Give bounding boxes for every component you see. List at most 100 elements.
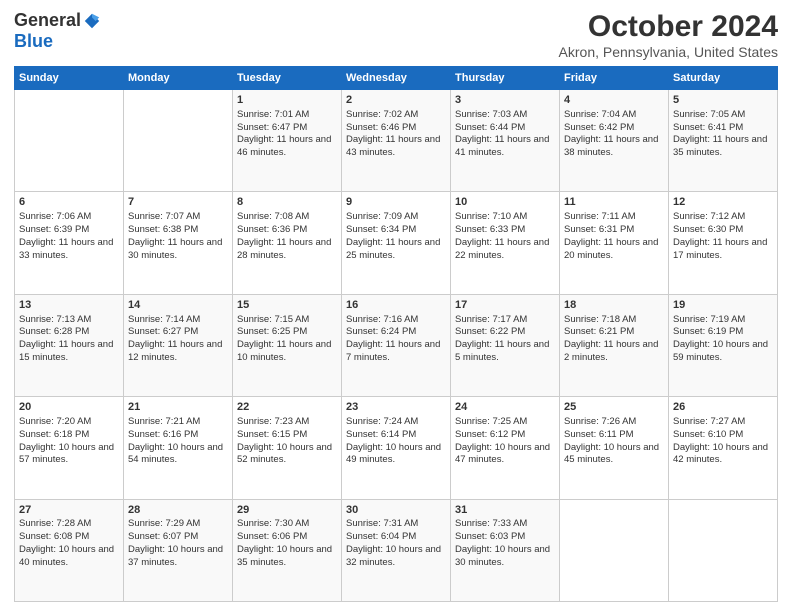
week-row-3: 20Sunrise: 7:20 AMSunset: 6:18 PMDayligh… <box>15 397 778 499</box>
calendar-header: SundayMondayTuesdayWednesdayThursdayFrid… <box>15 67 778 90</box>
daylight-text: Daylight: 11 hours and 12 minutes. <box>128 339 228 365</box>
day-number: 19 <box>673 298 773 313</box>
daylight-text: Daylight: 11 hours and 7 minutes. <box>346 339 446 365</box>
daylight-text: Daylight: 10 hours and 42 minutes. <box>673 442 773 468</box>
calendar-cell: 10Sunrise: 7:10 AMSunset: 6:33 PMDayligh… <box>451 192 560 294</box>
daylight-text: Daylight: 11 hours and 41 minutes. <box>455 134 555 160</box>
calendar-cell: 6Sunrise: 7:06 AMSunset: 6:39 PMDaylight… <box>15 192 124 294</box>
sunset-text: Sunset: 6:03 PM <box>455 531 555 544</box>
sunrise-text: Sunrise: 7:25 AM <box>455 416 555 429</box>
day-header-friday: Friday <box>560 67 669 90</box>
calendar-cell: 3Sunrise: 7:03 AMSunset: 6:44 PMDaylight… <box>451 90 560 192</box>
sunrise-text: Sunrise: 7:23 AM <box>237 416 337 429</box>
day-number: 8 <box>237 195 337 210</box>
day-number: 20 <box>19 400 119 415</box>
sunrise-text: Sunrise: 7:01 AM <box>237 109 337 122</box>
sunset-text: Sunset: 6:14 PM <box>346 429 446 442</box>
day-number: 26 <box>673 400 773 415</box>
day-number: 4 <box>564 93 664 108</box>
daylight-text: Daylight: 10 hours and 45 minutes. <box>564 442 664 468</box>
day-number: 22 <box>237 400 337 415</box>
sunset-text: Sunset: 6:41 PM <box>673 122 773 135</box>
day-number: 10 <box>455 195 555 210</box>
sunrise-text: Sunrise: 7:16 AM <box>346 314 446 327</box>
calendar-cell: 19Sunrise: 7:19 AMSunset: 6:19 PMDayligh… <box>669 294 778 396</box>
sunset-text: Sunset: 6:42 PM <box>564 122 664 135</box>
sunrise-text: Sunrise: 7:31 AM <box>346 518 446 531</box>
day-number: 11 <box>564 195 664 210</box>
calendar-body: 1Sunrise: 7:01 AMSunset: 6:47 PMDaylight… <box>15 90 778 602</box>
day-number: 21 <box>128 400 228 415</box>
sunset-text: Sunset: 6:44 PM <box>455 122 555 135</box>
calendar-cell: 13Sunrise: 7:13 AMSunset: 6:28 PMDayligh… <box>15 294 124 396</box>
sunset-text: Sunset: 6:36 PM <box>237 224 337 237</box>
logo-area: General Blue <box>14 10 101 52</box>
calendar-cell: 2Sunrise: 7:02 AMSunset: 6:46 PMDaylight… <box>342 90 451 192</box>
calendar-cell: 5Sunrise: 7:05 AMSunset: 6:41 PMDaylight… <box>669 90 778 192</box>
sunrise-text: Sunrise: 7:20 AM <box>19 416 119 429</box>
sunrise-text: Sunrise: 7:15 AM <box>237 314 337 327</box>
sunset-text: Sunset: 6:31 PM <box>564 224 664 237</box>
sunrise-text: Sunrise: 7:26 AM <box>564 416 664 429</box>
daylight-text: Daylight: 10 hours and 30 minutes. <box>455 544 555 570</box>
sunset-text: Sunset: 6:46 PM <box>346 122 446 135</box>
logo-text: General <box>14 10 101 31</box>
sunset-text: Sunset: 6:33 PM <box>455 224 555 237</box>
logo-icon <box>83 12 101 30</box>
day-number: 27 <box>19 503 119 518</box>
week-row-0: 1Sunrise: 7:01 AMSunset: 6:47 PMDaylight… <box>15 90 778 192</box>
daylight-text: Daylight: 10 hours and 37 minutes. <box>128 544 228 570</box>
sunrise-text: Sunrise: 7:21 AM <box>128 416 228 429</box>
day-number: 16 <box>346 298 446 313</box>
daylight-text: Daylight: 11 hours and 25 minutes. <box>346 237 446 263</box>
calendar-cell: 27Sunrise: 7:28 AMSunset: 6:08 PMDayligh… <box>15 499 124 601</box>
sunset-text: Sunset: 6:18 PM <box>19 429 119 442</box>
sunrise-text: Sunrise: 7:28 AM <box>19 518 119 531</box>
sunset-text: Sunset: 6:30 PM <box>673 224 773 237</box>
daylight-text: Daylight: 10 hours and 47 minutes. <box>455 442 555 468</box>
daylight-text: Daylight: 11 hours and 33 minutes. <box>19 237 119 263</box>
sunrise-text: Sunrise: 7:05 AM <box>673 109 773 122</box>
sunrise-text: Sunrise: 7:11 AM <box>564 211 664 224</box>
sunset-text: Sunset: 6:19 PM <box>673 326 773 339</box>
daylight-text: Daylight: 10 hours and 35 minutes. <box>237 544 337 570</box>
logo-general: General <box>14 10 81 31</box>
daylight-text: Daylight: 11 hours and 5 minutes. <box>455 339 555 365</box>
day-number: 13 <box>19 298 119 313</box>
calendar-cell: 24Sunrise: 7:25 AMSunset: 6:12 PMDayligh… <box>451 397 560 499</box>
day-number: 28 <box>128 503 228 518</box>
daylight-text: Daylight: 10 hours and 57 minutes. <box>19 442 119 468</box>
day-number: 23 <box>346 400 446 415</box>
calendar-cell: 14Sunrise: 7:14 AMSunset: 6:27 PMDayligh… <box>124 294 233 396</box>
week-row-2: 13Sunrise: 7:13 AMSunset: 6:28 PMDayligh… <box>15 294 778 396</box>
calendar-cell: 17Sunrise: 7:17 AMSunset: 6:22 PMDayligh… <box>451 294 560 396</box>
daylight-text: Daylight: 11 hours and 38 minutes. <box>564 134 664 160</box>
calendar-cell: 25Sunrise: 7:26 AMSunset: 6:11 PMDayligh… <box>560 397 669 499</box>
sunrise-text: Sunrise: 7:19 AM <box>673 314 773 327</box>
day-number: 15 <box>237 298 337 313</box>
calendar-cell: 20Sunrise: 7:20 AMSunset: 6:18 PMDayligh… <box>15 397 124 499</box>
sunset-text: Sunset: 6:22 PM <box>455 326 555 339</box>
day-header-tuesday: Tuesday <box>233 67 342 90</box>
day-number: 14 <box>128 298 228 313</box>
calendar-cell <box>124 90 233 192</box>
day-number: 3 <box>455 93 555 108</box>
calendar: SundayMondayTuesdayWednesdayThursdayFrid… <box>14 66 778 602</box>
sunset-text: Sunset: 6:10 PM <box>673 429 773 442</box>
daylight-text: Daylight: 11 hours and 35 minutes. <box>673 134 773 160</box>
calendar-cell <box>560 499 669 601</box>
sunrise-text: Sunrise: 7:27 AM <box>673 416 773 429</box>
sunrise-text: Sunrise: 7:30 AM <box>237 518 337 531</box>
day-number: 9 <box>346 195 446 210</box>
logo-blue-text: Blue <box>14 31 53 52</box>
day-number: 29 <box>237 503 337 518</box>
daylight-text: Daylight: 11 hours and 2 minutes. <box>564 339 664 365</box>
calendar-cell: 9Sunrise: 7:09 AMSunset: 6:34 PMDaylight… <box>342 192 451 294</box>
sunset-text: Sunset: 6:07 PM <box>128 531 228 544</box>
sunset-text: Sunset: 6:21 PM <box>564 326 664 339</box>
main-title: October 2024 <box>559 10 778 44</box>
page: General Blue October 2024 Akron, Pennsyl… <box>0 0 792 612</box>
sunset-text: Sunset: 6:39 PM <box>19 224 119 237</box>
sunset-text: Sunset: 6:27 PM <box>128 326 228 339</box>
calendar-cell: 18Sunrise: 7:18 AMSunset: 6:21 PMDayligh… <box>560 294 669 396</box>
